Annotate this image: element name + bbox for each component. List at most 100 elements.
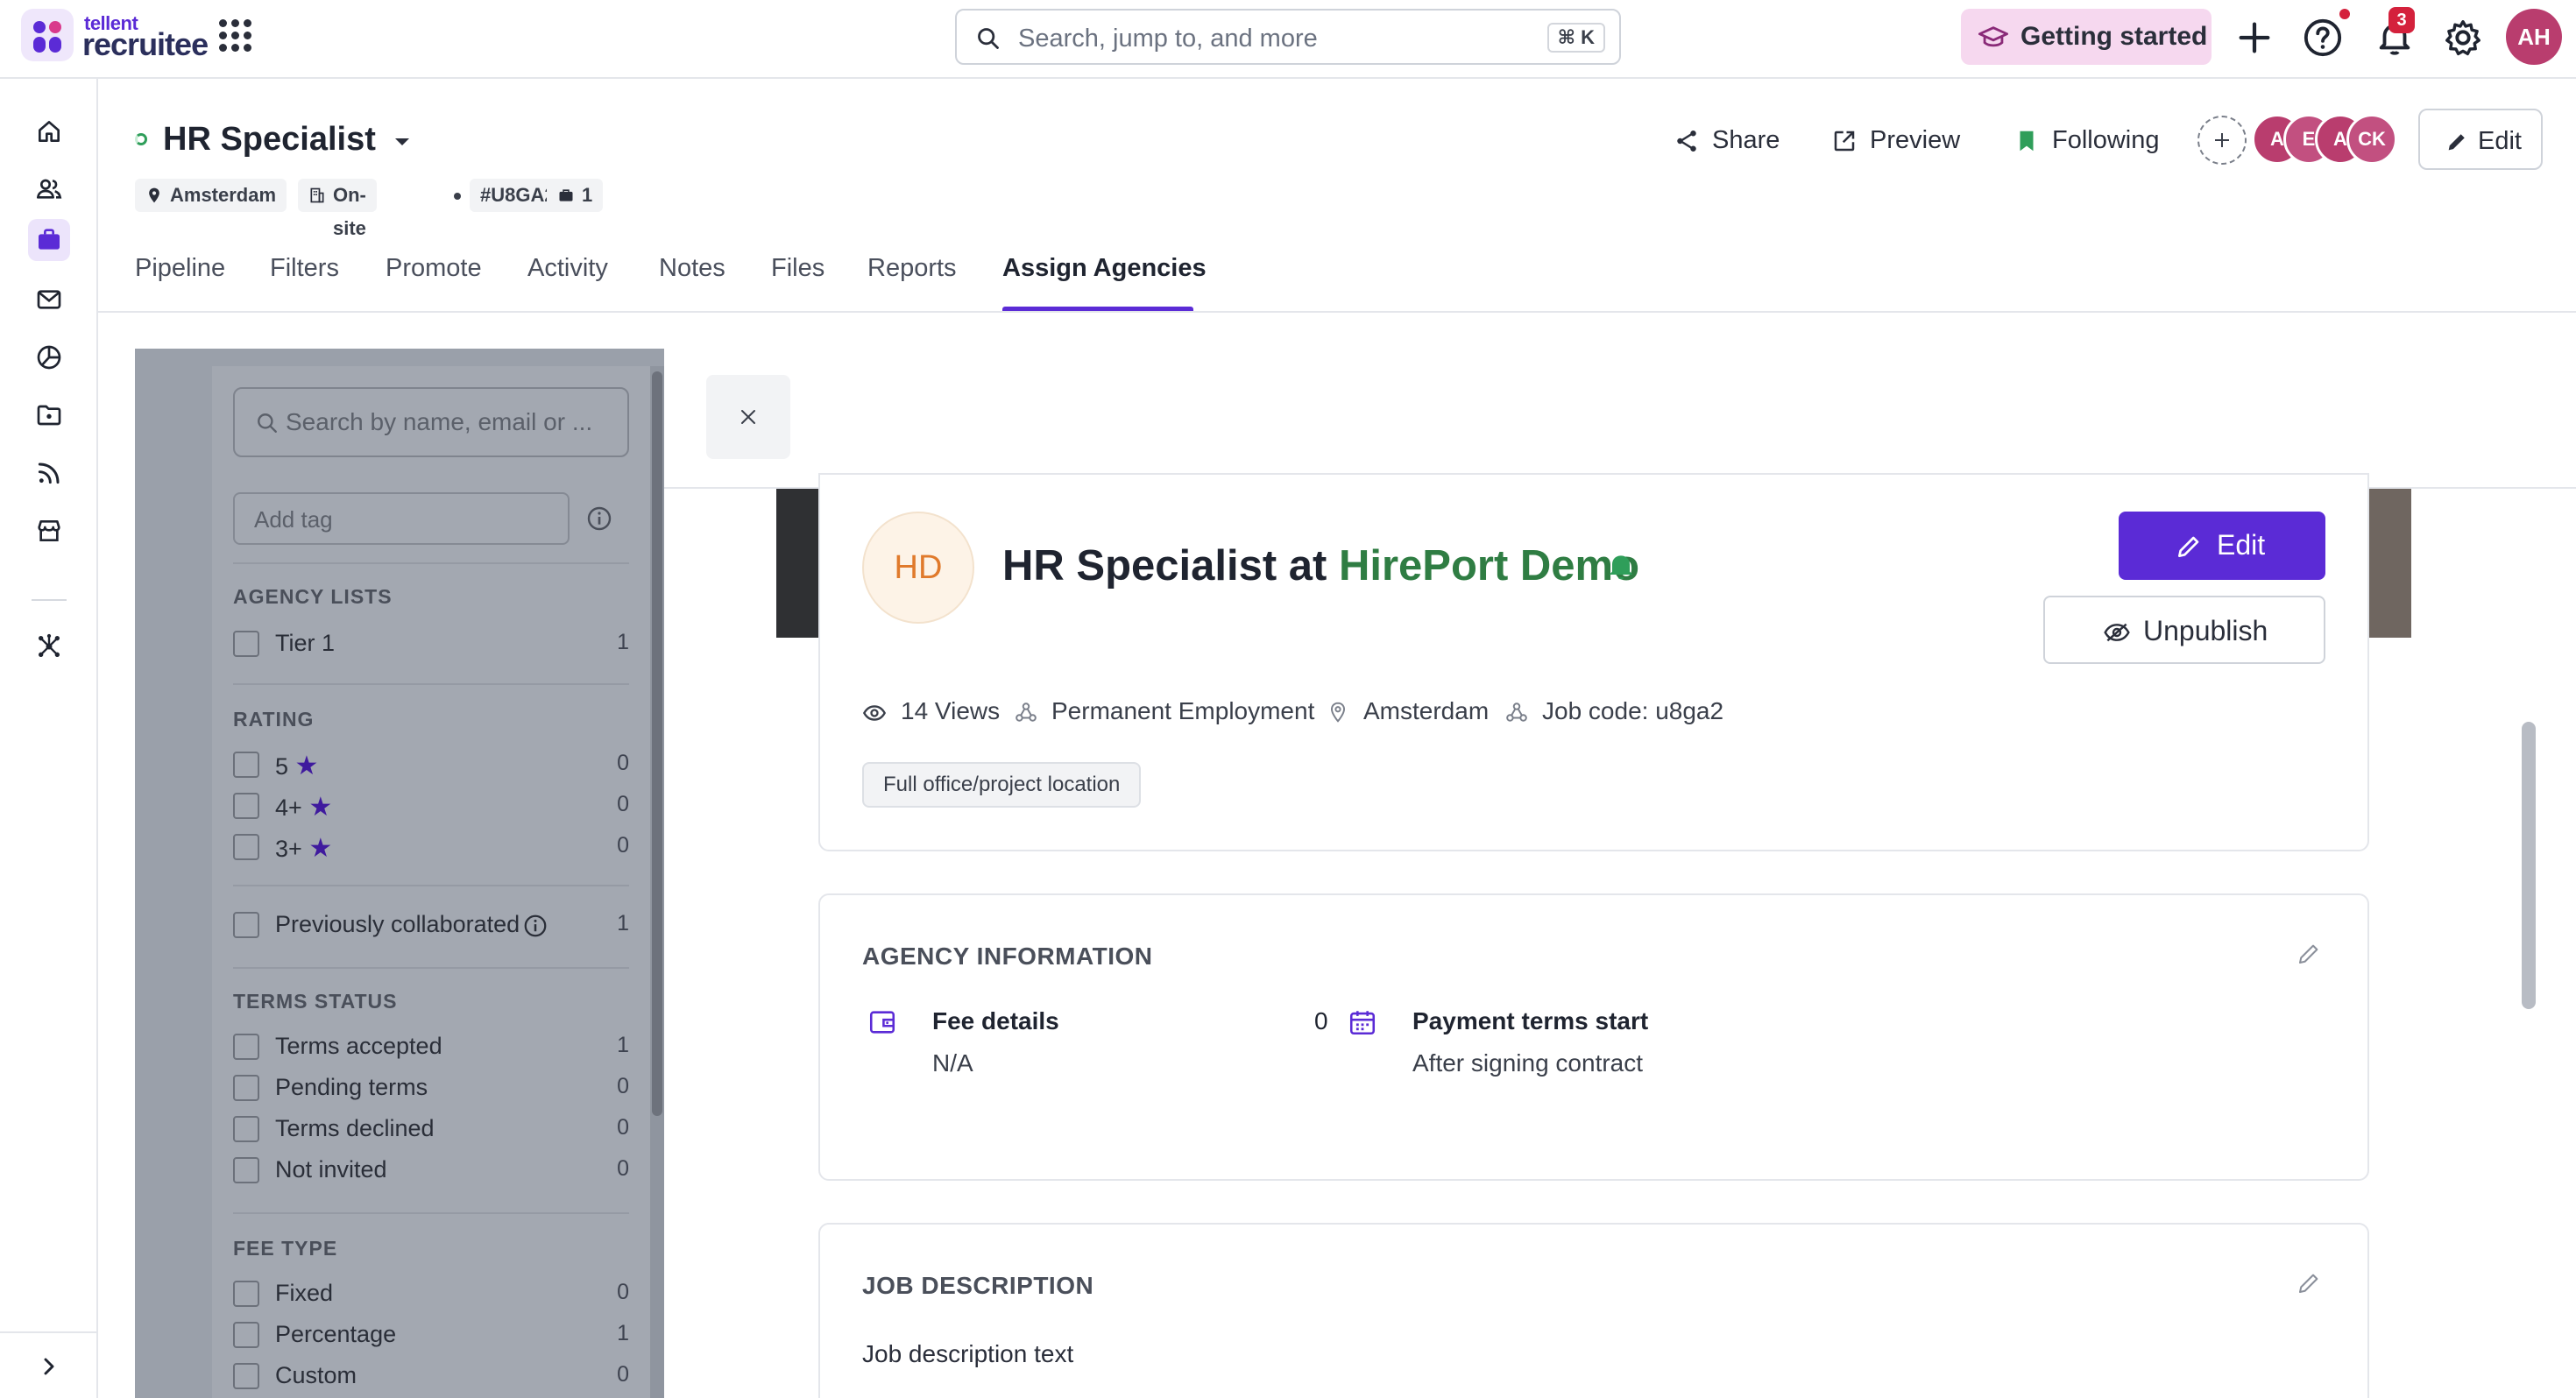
filter-option-not-invited[interactable]: Not invited 0 xyxy=(233,1155,629,1185)
job-openings-chip: 1 xyxy=(547,179,604,212)
tab-promote[interactable]: Promote xyxy=(386,254,482,283)
filter-divider xyxy=(233,1212,629,1214)
share-label: Share xyxy=(1712,126,1780,154)
filter-scrollbar[interactable] xyxy=(650,366,664,1398)
nav-candidates-icon[interactable] xyxy=(28,168,70,210)
user-avatar[interactable]: AH xyxy=(2506,9,2562,65)
edit-pencil-icon[interactable] xyxy=(2296,941,2322,967)
job-title[interactable]: HR Specialist xyxy=(163,121,376,159)
tab-notes[interactable]: Notes xyxy=(659,254,725,283)
filter-option-percentage[interactable]: Percentage 1 xyxy=(233,1320,629,1350)
nav-marketplace-icon[interactable] xyxy=(28,510,70,552)
payment-terms-value: After signing contract xyxy=(1412,1049,1644,1077)
filter-option-rating-3[interactable]: 3+ ★ 0 xyxy=(233,832,629,864)
checkbox[interactable] xyxy=(233,1116,259,1142)
getting-started-button[interactable]: Getting started xyxy=(1961,9,2212,65)
filter-option-custom[interactable]: Custom 0 xyxy=(233,1361,629,1391)
star-icon: ★ xyxy=(294,752,319,780)
nav-jobs-icon[interactable] xyxy=(28,219,70,261)
edit-job-post-button[interactable]: Edit xyxy=(2119,512,2325,580)
edit-pencil-icon[interactable] xyxy=(2296,1270,2322,1296)
fee-type-heading: FEE TYPE xyxy=(233,1237,338,1260)
checkbox[interactable] xyxy=(233,912,259,938)
tab-assign-agencies[interactable]: Assign Agencies xyxy=(1002,254,1207,283)
checkbox[interactable] xyxy=(233,793,259,819)
job-code-icon xyxy=(1506,703,1527,722)
edit-job-button[interactable]: Edit xyxy=(2418,109,2543,170)
filter-option-rating-5[interactable]: 5 ★ 0 xyxy=(233,750,629,780)
tab-pipeline[interactable]: Pipeline xyxy=(135,254,225,283)
plus-icon[interactable] xyxy=(2234,18,2275,58)
global-search-input[interactable]: Search, jump to, and more ⌘ K xyxy=(955,9,1621,65)
filter-option-label: 3+ ★ xyxy=(275,833,332,864)
checkbox[interactable] xyxy=(233,631,259,657)
checkbox[interactable] xyxy=(233,1322,259,1348)
search-shortcut: ⌘ K xyxy=(1546,23,1605,53)
filter-option-count: 0 xyxy=(617,1156,629,1181)
info-icon[interactable] xyxy=(585,505,613,533)
filter-option-count: 0 xyxy=(617,1074,629,1098)
eye-icon xyxy=(862,705,887,721)
edit-job-post-label: Edit xyxy=(2217,529,2266,561)
nav-integrations-icon[interactable] xyxy=(28,625,70,667)
company-avatar: HD xyxy=(862,512,974,624)
filter-option-terms-declined[interactable]: Terms declined 0 xyxy=(233,1114,629,1144)
unpublish-button[interactable]: Unpublish xyxy=(2043,596,2325,664)
recruitee-logo-icon[interactable] xyxy=(21,9,74,61)
meta-bullet xyxy=(454,193,461,200)
tab-reports[interactable]: Reports xyxy=(867,254,957,283)
checkbox[interactable] xyxy=(233,1281,259,1307)
agency-information-card xyxy=(818,893,2369,1181)
add-tag-input[interactable]: Add tag xyxy=(233,492,570,545)
search-placeholder: Search, jump to, and more xyxy=(1018,25,1318,53)
nav-talent-pool-icon[interactable] xyxy=(28,394,70,436)
nav-reports-icon[interactable] xyxy=(28,336,70,378)
bell-icon xyxy=(1609,555,1633,580)
checkbox[interactable] xyxy=(233,834,259,860)
close-panel-button[interactable] xyxy=(706,375,790,459)
job-views: 14 Views xyxy=(901,697,1001,724)
checkbox[interactable] xyxy=(233,1075,259,1101)
expand-nav-chevron-icon[interactable] xyxy=(28,1345,70,1387)
content-scrollbar[interactable] xyxy=(2522,722,2536,1009)
checkbox[interactable] xyxy=(233,1363,259,1389)
settings-gear-icon[interactable] xyxy=(2443,18,2483,58)
chevron-down-icon[interactable] xyxy=(393,135,412,149)
team-member-avatar[interactable]: CK xyxy=(2346,114,2397,165)
nav-home-icon[interactable] xyxy=(28,110,70,152)
filter-option-rating-4[interactable]: 4+ ★ 0 xyxy=(233,791,629,822)
fee-details-title: Fee details xyxy=(932,1007,1059,1034)
checkbox[interactable] xyxy=(233,1157,259,1183)
filter-option-tier-1[interactable]: Tier 1 1 xyxy=(233,629,629,659)
apps-grid-icon[interactable] xyxy=(219,19,252,53)
tab-filters[interactable]: Filters xyxy=(270,254,339,283)
job-workplace-chip: On-site xyxy=(298,179,377,239)
job-location: Amsterdam xyxy=(170,184,277,206)
filter-option-fixed[interactable]: Fixed 0 xyxy=(233,1279,629,1309)
filter-option-label: Previously collaborated xyxy=(275,911,520,937)
help-icon[interactable] xyxy=(2303,18,2343,58)
job-description-text: Job description text xyxy=(862,1340,1074,1367)
pencil-icon xyxy=(2448,134,2465,151)
checkbox[interactable] xyxy=(233,1034,259,1060)
tab-activity[interactable]: Activity xyxy=(527,254,608,283)
filter-option-pending-terms[interactable]: Pending terms 0 xyxy=(233,1073,629,1103)
filter-option-previously-collaborated[interactable]: Previously collaborated 1 xyxy=(233,910,629,940)
info-icon[interactable] xyxy=(522,913,548,939)
filter-option-label: Not invited xyxy=(275,1156,387,1183)
checkbox[interactable] xyxy=(233,752,259,778)
nav-mail-icon[interactable] xyxy=(28,279,70,321)
following-label: Following xyxy=(2052,126,2160,154)
nav-feed-icon[interactable] xyxy=(28,452,70,494)
share-icon xyxy=(1677,131,1696,152)
company-name-link[interactable]: HirePort Demo xyxy=(1339,542,1639,590)
cover-image-right xyxy=(2367,489,2411,638)
filter-option-count: 1 xyxy=(617,630,629,654)
add-tag-placeholder: Add tag xyxy=(254,506,333,533)
tab-files[interactable]: Files xyxy=(771,254,824,283)
filter-option-terms-accepted[interactable]: Terms accepted 1 xyxy=(233,1032,629,1062)
add-team-member-button[interactable] xyxy=(2197,116,2247,165)
agency-search-input[interactable]: Search by name, email or ... xyxy=(233,387,629,457)
external-link-icon xyxy=(1834,131,1855,152)
pencil-icon xyxy=(2178,536,2199,557)
